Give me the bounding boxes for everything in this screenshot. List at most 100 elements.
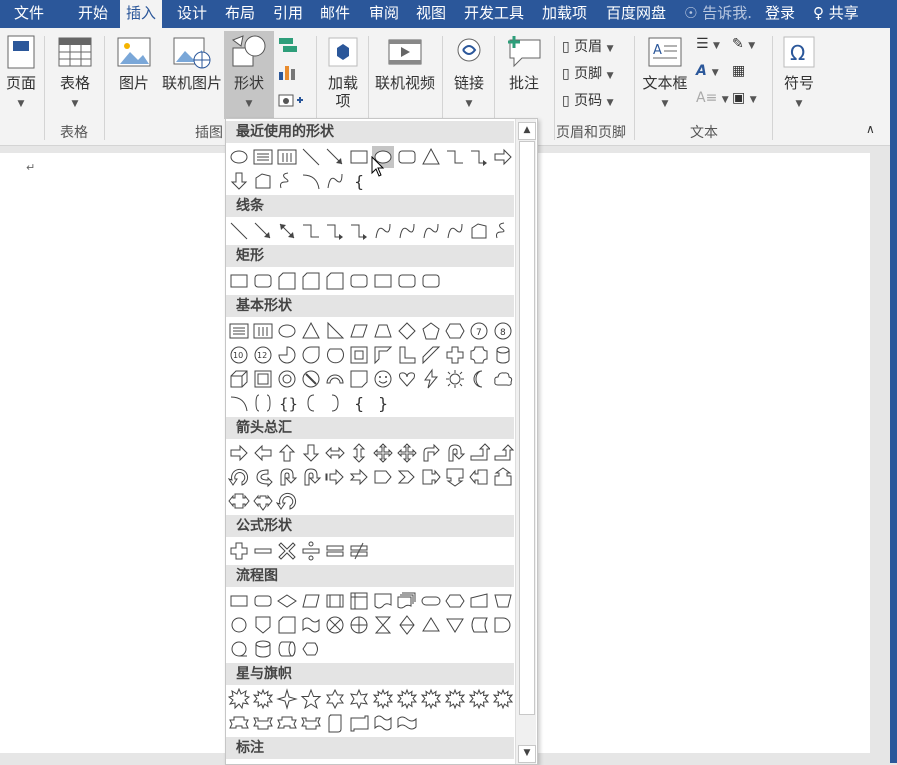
shape-tri-icon[interactable] xyxy=(300,320,322,342)
smartart-icon[interactable] xyxy=(277,36,299,60)
shape-quadcallout-icon[interactable] xyxy=(252,490,274,512)
quick-parts-icon[interactable]: ☰ ▼ xyxy=(696,36,720,52)
shape-foffpage-icon[interactable] xyxy=(252,614,274,636)
dropcap-icon[interactable]: A≡ ▼ xyxy=(696,90,729,106)
shape-lrarrow-icon[interactable] xyxy=(324,442,346,464)
shape-bracket-icon[interactable] xyxy=(300,392,322,414)
shape-fdoc-icon[interactable] xyxy=(372,590,394,612)
shape-ribbon2-icon[interactable] xyxy=(252,712,274,734)
shape-quadarrow-icon[interactable] xyxy=(372,442,394,464)
tab-layout[interactable]: 布局 xyxy=(225,0,255,28)
shape-ribbon-icon[interactable] xyxy=(276,712,298,734)
tab-file[interactable]: 文件 xyxy=(14,0,44,28)
shape-nosymbol-icon[interactable] xyxy=(300,368,322,390)
shape-uturn-icon[interactable] xyxy=(444,442,466,464)
symbol-button[interactable]: Ω 符号 ▼ xyxy=(778,34,820,113)
shape-trapezoid-icon[interactable] xyxy=(372,320,394,342)
shape-stripedarrow-icon[interactable] xyxy=(324,466,346,488)
shape-cube-icon[interactable] xyxy=(228,368,250,390)
shape-ribbon2-icon[interactable] xyxy=(300,712,322,734)
shape-eqdiv-icon[interactable] xyxy=(300,540,322,562)
shape-teardrop-icon[interactable] xyxy=(300,344,322,366)
shape-star5-icon[interactable] xyxy=(300,688,322,710)
shape-circarrow-icon[interactable] xyxy=(228,466,250,488)
shape-elbowarrow-icon[interactable] xyxy=(348,220,370,242)
comment-button[interactable]: 批注 xyxy=(500,34,548,92)
shape-fextract-icon[interactable] xyxy=(420,614,442,636)
shape-eqtimes-icon[interactable] xyxy=(276,540,298,562)
shape-arrowline-icon[interactable] xyxy=(324,146,346,168)
header-button[interactable]: ▯ 页眉 ▼ xyxy=(562,36,614,56)
shape-rarrow-icon[interactable] xyxy=(228,442,250,464)
shape-curve-icon[interactable] xyxy=(324,170,346,192)
tab-view[interactable]: 视图 xyxy=(416,0,446,28)
shape-dwave-icon[interactable] xyxy=(396,712,418,734)
shape-n8-icon[interactable]: 8 xyxy=(492,320,514,342)
online-picture-button[interactable]: 联机图片 xyxy=(160,34,224,92)
shape-rcallout-icon[interactable] xyxy=(420,466,442,488)
link-button[interactable]: 链接 ▼ xyxy=(448,34,490,113)
shape-elbow-icon[interactable] xyxy=(444,146,466,168)
shape-braces-icon[interactable]: {} xyxy=(276,392,298,414)
shape-homeplate-icon[interactable] xyxy=(372,466,394,488)
screenshot-icon[interactable] xyxy=(277,90,307,114)
shape-heart-icon[interactable] xyxy=(396,368,418,390)
shape-starN-icon[interactable] xyxy=(396,688,418,710)
shape-n7-icon[interactable]: 7 xyxy=(468,320,490,342)
shape-starN-icon[interactable] xyxy=(492,688,514,710)
shape-fconn-icon[interactable] xyxy=(228,614,250,636)
tell-me-box[interactable]: ☉ 告诉我. xyxy=(684,0,752,28)
shape-udarrow-icon[interactable] xyxy=(348,442,370,464)
shape-diagstripe-icon[interactable] xyxy=(420,344,442,366)
shape-arc-icon[interactable] xyxy=(300,170,322,192)
shape-circarrow-icon[interactable] xyxy=(276,490,298,512)
tab-addins[interactable]: 加载项 xyxy=(542,0,587,28)
shape-frame-icon[interactable] xyxy=(348,344,370,366)
shape-bevel-icon[interactable] xyxy=(252,368,274,390)
shape-elbowarrow-icon[interactable] xyxy=(324,220,346,242)
shape-rtri-icon[interactable] xyxy=(324,320,346,342)
shape-ribbon-icon[interactable] xyxy=(228,712,250,734)
shape-fsort-icon[interactable] xyxy=(396,614,418,636)
shape-curve-icon[interactable] xyxy=(372,220,394,242)
online-video-button[interactable]: 联机视频 xyxy=(372,34,438,92)
tab-developer[interactable]: 开发工具 xyxy=(464,0,524,28)
shape-starN-icon[interactable] xyxy=(444,688,466,710)
shape-burst-icon[interactable] xyxy=(228,688,250,710)
shape-parallelogram-icon[interactable] xyxy=(348,320,370,342)
shape-scribble-icon[interactable] xyxy=(492,220,514,242)
shape-finternal-icon[interactable] xyxy=(348,590,370,612)
shape-quadarrow-icon[interactable] xyxy=(396,442,418,464)
shape-brace-icon[interactable]: { xyxy=(348,392,370,414)
tab-insert[interactable]: 插入 xyxy=(120,0,162,28)
shape-vtextbox-icon[interactable] xyxy=(276,146,298,168)
shape-bentup-icon[interactable] xyxy=(492,442,514,464)
shape-fdirect-icon[interactable] xyxy=(276,638,298,660)
shape-textbox-icon[interactable] xyxy=(228,320,250,342)
shape-uturn-icon[interactable] xyxy=(276,466,298,488)
shape-line-icon[interactable] xyxy=(228,220,250,242)
shape-fdecision-icon[interactable] xyxy=(276,590,298,612)
shape-notchedarrow-icon[interactable] xyxy=(348,466,370,488)
shape-starN-icon[interactable] xyxy=(420,688,442,710)
shape-uturn-icon[interactable] xyxy=(300,466,322,488)
shape-lupArrow-icon[interactable] xyxy=(468,442,490,464)
shape-ucallout-icon[interactable] xyxy=(492,466,514,488)
shape-arrowline-icon[interactable] xyxy=(252,220,274,242)
shape-uarrow-icon[interactable] xyxy=(276,442,298,464)
shape-n10-icon[interactable]: 10 xyxy=(228,344,250,366)
shape-rrect-icon[interactable] xyxy=(420,270,442,292)
shape-larrow-icon[interactable] xyxy=(252,442,274,464)
shape-scribble-icon[interactable] xyxy=(276,170,298,192)
shape-plaque-icon[interactable] xyxy=(468,344,490,366)
shape-textbox-icon[interactable] xyxy=(252,146,274,168)
shape-darrow-icon[interactable] xyxy=(300,442,322,464)
shape-darrow-icon[interactable] xyxy=(228,170,250,192)
shape-freeform-icon[interactable] xyxy=(468,220,490,242)
shape-diamond-icon[interactable] xyxy=(396,320,418,342)
shape-starN-icon[interactable] xyxy=(372,688,394,710)
shape-fcard-icon[interactable] xyxy=(276,270,298,292)
shape-for-icon[interactable] xyxy=(348,614,370,636)
page-button[interactable]: 页面 ▼ xyxy=(2,34,40,113)
scroll-thumb[interactable] xyxy=(519,141,535,715)
